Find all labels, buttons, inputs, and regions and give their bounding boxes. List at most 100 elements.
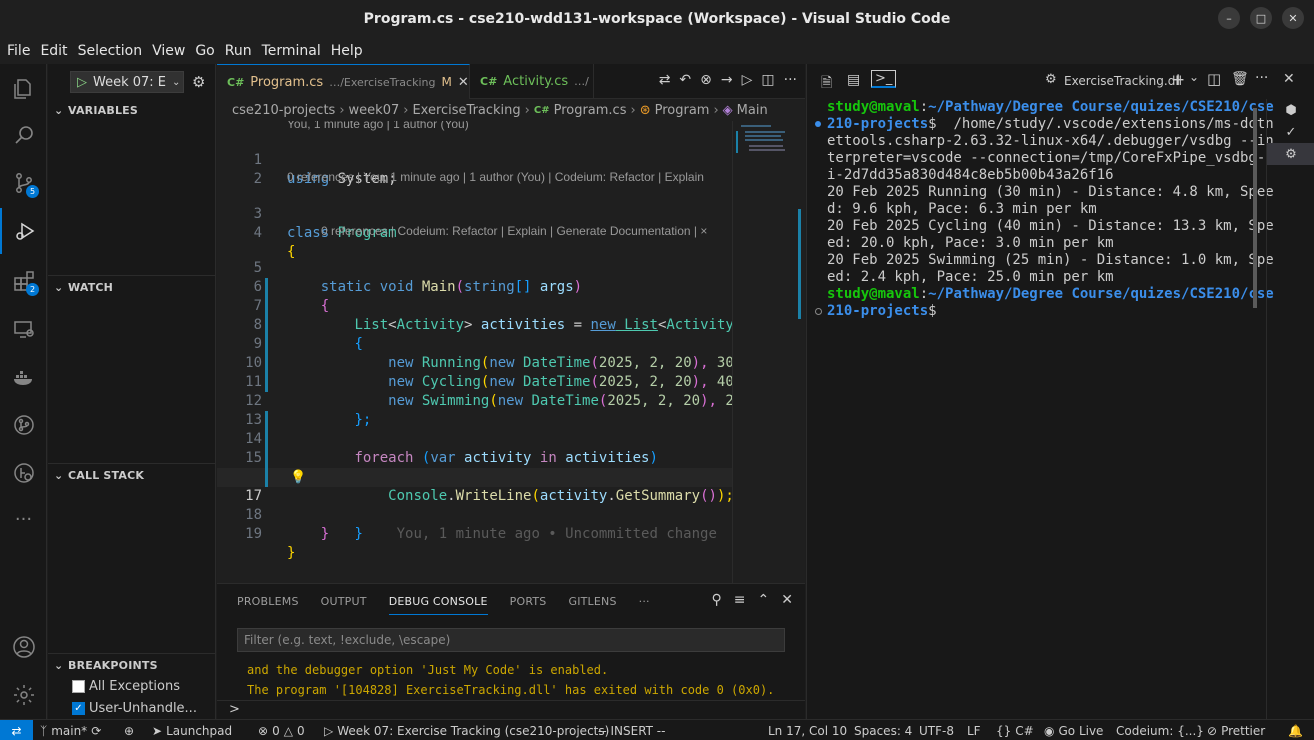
notifications-bell-icon[interactable]: 🔔 (1288, 720, 1303, 740)
git-compare-icon[interactable]: ⇄ (659, 72, 671, 88)
tab-program-cs[interactable]: C# Program.cs …/ExerciseTracking M ✕ (217, 64, 470, 99)
close-panel-icon[interactable]: ✕ (781, 592, 793, 608)
more-icon[interactable]: ··· (0, 496, 47, 542)
close-window-button[interactable]: ✕ (1282, 7, 1304, 29)
more-tabs-icon[interactable]: ··· (639, 595, 650, 608)
problems-indicator[interactable]: ⊗ 0 △ 0 (258, 720, 305, 740)
code-lens[interactable]: 0 references | Codeium: Refactor | Expla… (321, 224, 707, 240)
breakpoint-checkbox[interactable]: ✓ (72, 701, 85, 715)
source-control-icon[interactable]: 5 (0, 160, 47, 206)
lightbulb-icon[interactable]: 💡 (290, 468, 306, 487)
terminal-tab-debug[interactable]: ⚙ (1267, 143, 1314, 165)
warning-icon: △ (283, 723, 293, 738)
menu-selection[interactable]: Selection (73, 43, 148, 59)
terminal-output[interactable]: study@maval:~/Pathway/Degree Course/quiz… (827, 99, 1274, 320)
indentation[interactable]: Spaces: 4 (854, 720, 912, 740)
menu-file[interactable]: File (2, 43, 35, 59)
extensions-icon[interactable]: 2 (0, 258, 47, 304)
run-icon[interactable]: ▷ (742, 72, 753, 88)
remote-indicator[interactable]: ⇄ (0, 720, 33, 740)
breakpoints-section-header[interactable]: ⌄ BREAKPOINTS (48, 654, 216, 676)
prettier-status[interactable]: ⊘ Prettier (1207, 720, 1265, 740)
more-actions-icon[interactable]: ··· (1255, 70, 1268, 86)
branch-indicator[interactable]: ᛉ main* ⟳ (40, 720, 101, 740)
maximize-button[interactable]: □ (1250, 7, 1272, 29)
cursor-position[interactable]: Ln 17, Col 10 (768, 720, 847, 740)
line-ending[interactable]: LF (967, 720, 981, 740)
gitlens-icon[interactable] (0, 450, 47, 496)
menu-terminal[interactable]: Terminal (257, 43, 326, 59)
tab-problems[interactable]: PROBLEMS (237, 595, 299, 608)
variables-section-header[interactable]: ⌄ VARIABLES (48, 99, 216, 121)
go-live-button[interactable]: ◉ Go Live (1044, 720, 1103, 740)
terminal-title[interactable]: ExerciseTracking.dll (1064, 74, 1182, 88)
rocket-icon: ➤ (152, 723, 163, 738)
close-icon[interactable]: ✕ (458, 75, 469, 90)
add-terminal-icon[interactable]: + (1171, 70, 1185, 90)
watch-section-header[interactable]: ⌄ WATCH (48, 276, 216, 298)
commit-icon[interactable]: ⊕ (124, 720, 134, 740)
go-back-icon[interactable]: ↶ (679, 72, 691, 88)
clear-console-icon[interactable]: ≡ (734, 592, 746, 608)
breakpoint-all-exceptions[interactable]: All Exceptions (72, 675, 180, 697)
terminal-tab-powershell[interactable]: ⬢ (1267, 99, 1314, 121)
settings-gear-icon[interactable] (0, 672, 47, 718)
comment-icon[interactable]: ▤ (847, 72, 860, 88)
terminal-icon[interactable]: >_ (871, 70, 897, 88)
code-lens[interactable]: 0 references | You, 1 minute ago | 1 aut… (287, 170, 704, 186)
tab-output[interactable]: OUTPUT (321, 595, 367, 608)
codeium-status[interactable]: Codeium: {...} (1116, 720, 1204, 740)
breakpoint-user-unhandled[interactable]: ✓ User-Unhandle... (72, 697, 197, 719)
minimize-button[interactable]: – (1218, 7, 1240, 29)
commit-next-icon[interactable]: → (721, 72, 733, 88)
split-editor-icon[interactable]: ◫ (761, 72, 774, 88)
terminal-scrollbar[interactable] (1253, 108, 1257, 308)
debug-console-input[interactable]: > (217, 700, 805, 720)
tab-ports[interactable]: PORTS (510, 595, 547, 608)
chevron-down-icon[interactable]: ⌄ (1189, 70, 1199, 84)
encoding[interactable]: UTF-8 (919, 720, 954, 740)
commit-prev-icon[interactable]: ⊗ (700, 72, 712, 88)
code-line: 11 new Swimming(new DateTime(2025, 2, 20… (245, 374, 734, 409)
breadcrumb-item[interactable]: cse210-projects (232, 103, 335, 118)
breadcrumb-item[interactable]: Program.cs (554, 103, 627, 118)
debug-console-filter-input[interactable]: Filter (e.g. text, !exclude, \escape) (237, 628, 785, 652)
tab-activity-cs[interactable]: C# Activity.cs …/ (470, 64, 594, 99)
docker-icon[interactable] (0, 354, 47, 400)
remote-explorer-icon[interactable] (0, 306, 47, 352)
search-icon[interactable] (0, 112, 47, 158)
debug-session-indicator[interactable]: ▷ Week 07: Exercise Tracking (cse210-pro… (324, 720, 609, 740)
terminal-tab-task[interactable]: ✓ (1267, 121, 1314, 143)
language-mode[interactable]: {} C# (996, 720, 1034, 740)
breadcrumb-item[interactable]: Program (655, 103, 710, 118)
launch-config-select[interactable]: ▷ Week 07: E ⌄ (70, 71, 184, 93)
minimap[interactable] (732, 121, 805, 583)
breadcrumb-item[interactable]: week07 (349, 103, 400, 118)
close-icon[interactable]: ✕ (1283, 71, 1295, 87)
explorer-icon[interactable] (0, 66, 47, 112)
start-debugging-icon[interactable]: ▷ (77, 75, 87, 90)
menu-view[interactable]: View (147, 43, 190, 59)
tab-debug-console[interactable]: DEBUG CONSOLE (388, 595, 488, 615)
breakpoint-checkbox[interactable] (72, 679, 85, 693)
git-graph-icon[interactable] (0, 402, 47, 448)
menu-go[interactable]: Go (190, 43, 219, 59)
tab-gitlens[interactable]: GITLENS (568, 595, 616, 608)
breadcrumb-item[interactable]: ExerciseTracking (412, 103, 520, 118)
breadcrumb-item[interactable]: Main (737, 103, 768, 118)
maximize-panel-icon[interactable]: ⌃ (758, 592, 770, 608)
more-actions-icon[interactable]: ··· (784, 72, 797, 88)
gear-icon[interactable]: ⚙ (192, 73, 205, 91)
new-file-icon[interactable]: 🗎 (821, 72, 832, 96)
search-icon[interactable]: ⚲ (712, 592, 722, 608)
menu-run[interactable]: Run (220, 43, 257, 59)
trash-icon[interactable]: 🗑 (1231, 71, 1249, 87)
run-debug-icon[interactable] (0, 208, 47, 254)
split-terminal-icon[interactable]: ◫ (1207, 70, 1221, 88)
call-stack-section-header[interactable]: ⌄ CALL STACK (48, 464, 216, 486)
account-icon[interactable] (0, 624, 47, 670)
launchpad-item[interactable]: ➤ Launchpad (152, 720, 232, 740)
menu-edit[interactable]: Edit (35, 43, 72, 59)
code-editor[interactable]: You, 1 minute ago | 1 author (You) 1 usi… (217, 121, 805, 583)
menu-help[interactable]: Help (326, 43, 368, 59)
